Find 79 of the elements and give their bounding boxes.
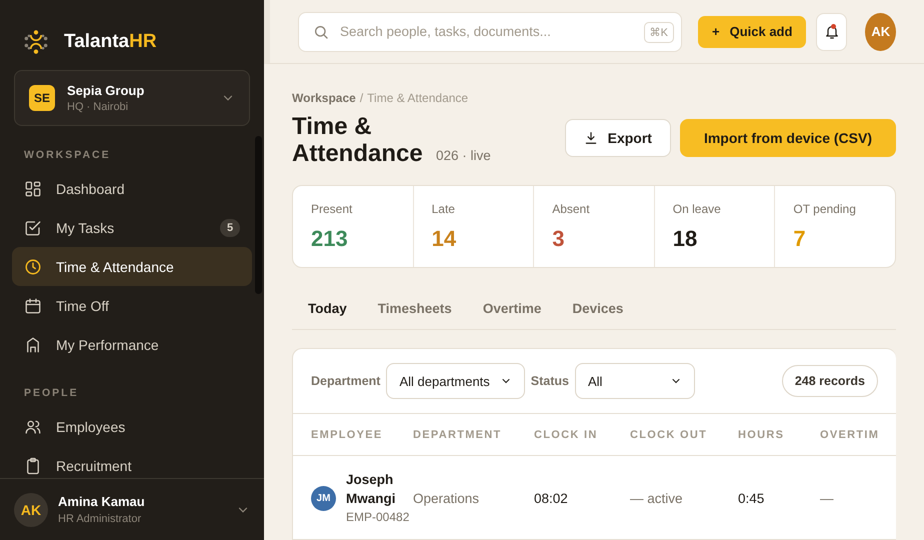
table-cell-text: — [820,490,834,508]
sidebar-item[interactable]: Employees [12,407,252,446]
user-avatar: AK [14,492,48,526]
sidebar-item[interactable]: My Tasks 5 [12,208,252,247]
column-header: HOURS [738,414,820,456]
sidebar-item[interactable]: Time Off [12,286,252,325]
employee-name: Joseph Mwangi [346,471,396,508]
tab[interactable]: Devices [572,301,624,316]
column-header: DEPARTMENT [413,414,534,456]
sidebar-item[interactable]: My Performance [12,325,252,364]
logo-icon [22,28,50,56]
column-header: EMPLOYEE [293,414,413,456]
employee-avatar: JM [311,486,336,510]
sidebar-item-label: Time Off [56,298,110,314]
sidebar-item[interactable]: Recruitment [12,446,252,478]
export-button[interactable]: Export [564,119,671,157]
count-badge: 5 [220,218,240,236]
table-cell-text: 0:45 [738,490,766,508]
user-menu[interactable]: AK Amina Kamau HR Administrator [0,478,264,540]
stat-label: Absent [552,202,591,216]
calendar-icon [24,296,42,314]
grid-icon [24,180,42,198]
quick-add-button[interactable]: + Quick add [698,16,806,48]
filter-label: Department [311,374,380,388]
stat-value: 18 [672,226,698,252]
column-header: OVERTIM [820,414,896,456]
stat-value: 213 [311,226,349,252]
table-cell-text: Operations [413,490,480,508]
stat-label: OT pending [793,202,857,216]
organization-badge: SE [29,85,55,111]
dropdown[interactable]: All [575,363,695,399]
download-icon [584,131,598,145]
sidebar-item-label: Recruitment [56,458,132,474]
sidebar-item[interactable]: Dashboard [12,169,252,208]
breadcrumb-link[interactable]: Workspace [292,91,356,105]
filter-label: Status [530,374,569,388]
tab[interactable]: Timesheets [378,301,452,316]
dropdown[interactable]: All departments [386,363,525,399]
building-icon [24,336,42,354]
stat-value: 7 [793,226,807,252]
organization-switcher[interactable]: SE Sepia Group HQ · Nairobi [14,70,250,126]
checkbox-icon [24,218,42,236]
table-cell-text: — active [630,490,684,508]
page-subtitle: 026 · live [436,148,491,165]
page-title: Time & Attendance [292,113,424,167]
user-name: Amina Kamau [58,494,146,509]
column-header: CLOCK OUT [630,414,738,456]
organization-location: HQ · Nairobi [67,101,130,113]
tab[interactable]: Overtime [482,301,542,316]
stat-label: Late [432,202,456,216]
user-role: HR Administrator [58,513,142,525]
stat-label: On leave [672,202,722,216]
stat-label: Present [311,202,354,216]
table-cell-text: 08:02 [534,490,569,508]
people-icon [24,418,42,436]
tab[interactable]: Today [308,301,347,316]
breadcrumb-current: Time & Attendance [367,91,468,105]
clock-icon [24,258,42,276]
section-title: WORKSPACE [23,149,112,161]
section-title: PEOPLE [23,387,80,399]
sidebar-item[interactable]: Time & Attendance [12,247,252,286]
sidebar-item-label: Time & Attendance [56,258,175,274]
sidebar-item-label: Employees [56,418,126,434]
record-count: 248 records [782,365,878,397]
sidebar-item-label: My Performance [56,336,160,352]
organization-name: Sepia Group [67,83,146,98]
column-header: CLOCK IN [534,414,630,456]
notifications-button[interactable] [816,12,848,50]
sidebar-item-label: My Tasks [56,220,116,236]
clipboard-icon [24,456,42,474]
import-button[interactable]: Import from device (CSV) [680,119,896,157]
shortcut-hint: ⌘K [644,22,674,42]
stat-value: 3 [552,226,566,252]
bell-icon [824,24,840,40]
breadcrumb-separator: / [360,91,364,105]
brand-name: TalantaHR [64,31,157,53]
sidebar-item-label: Dashboard [56,180,126,196]
stat-value: 14 [432,226,458,252]
employee-id: EMP-00482 [346,509,410,526]
